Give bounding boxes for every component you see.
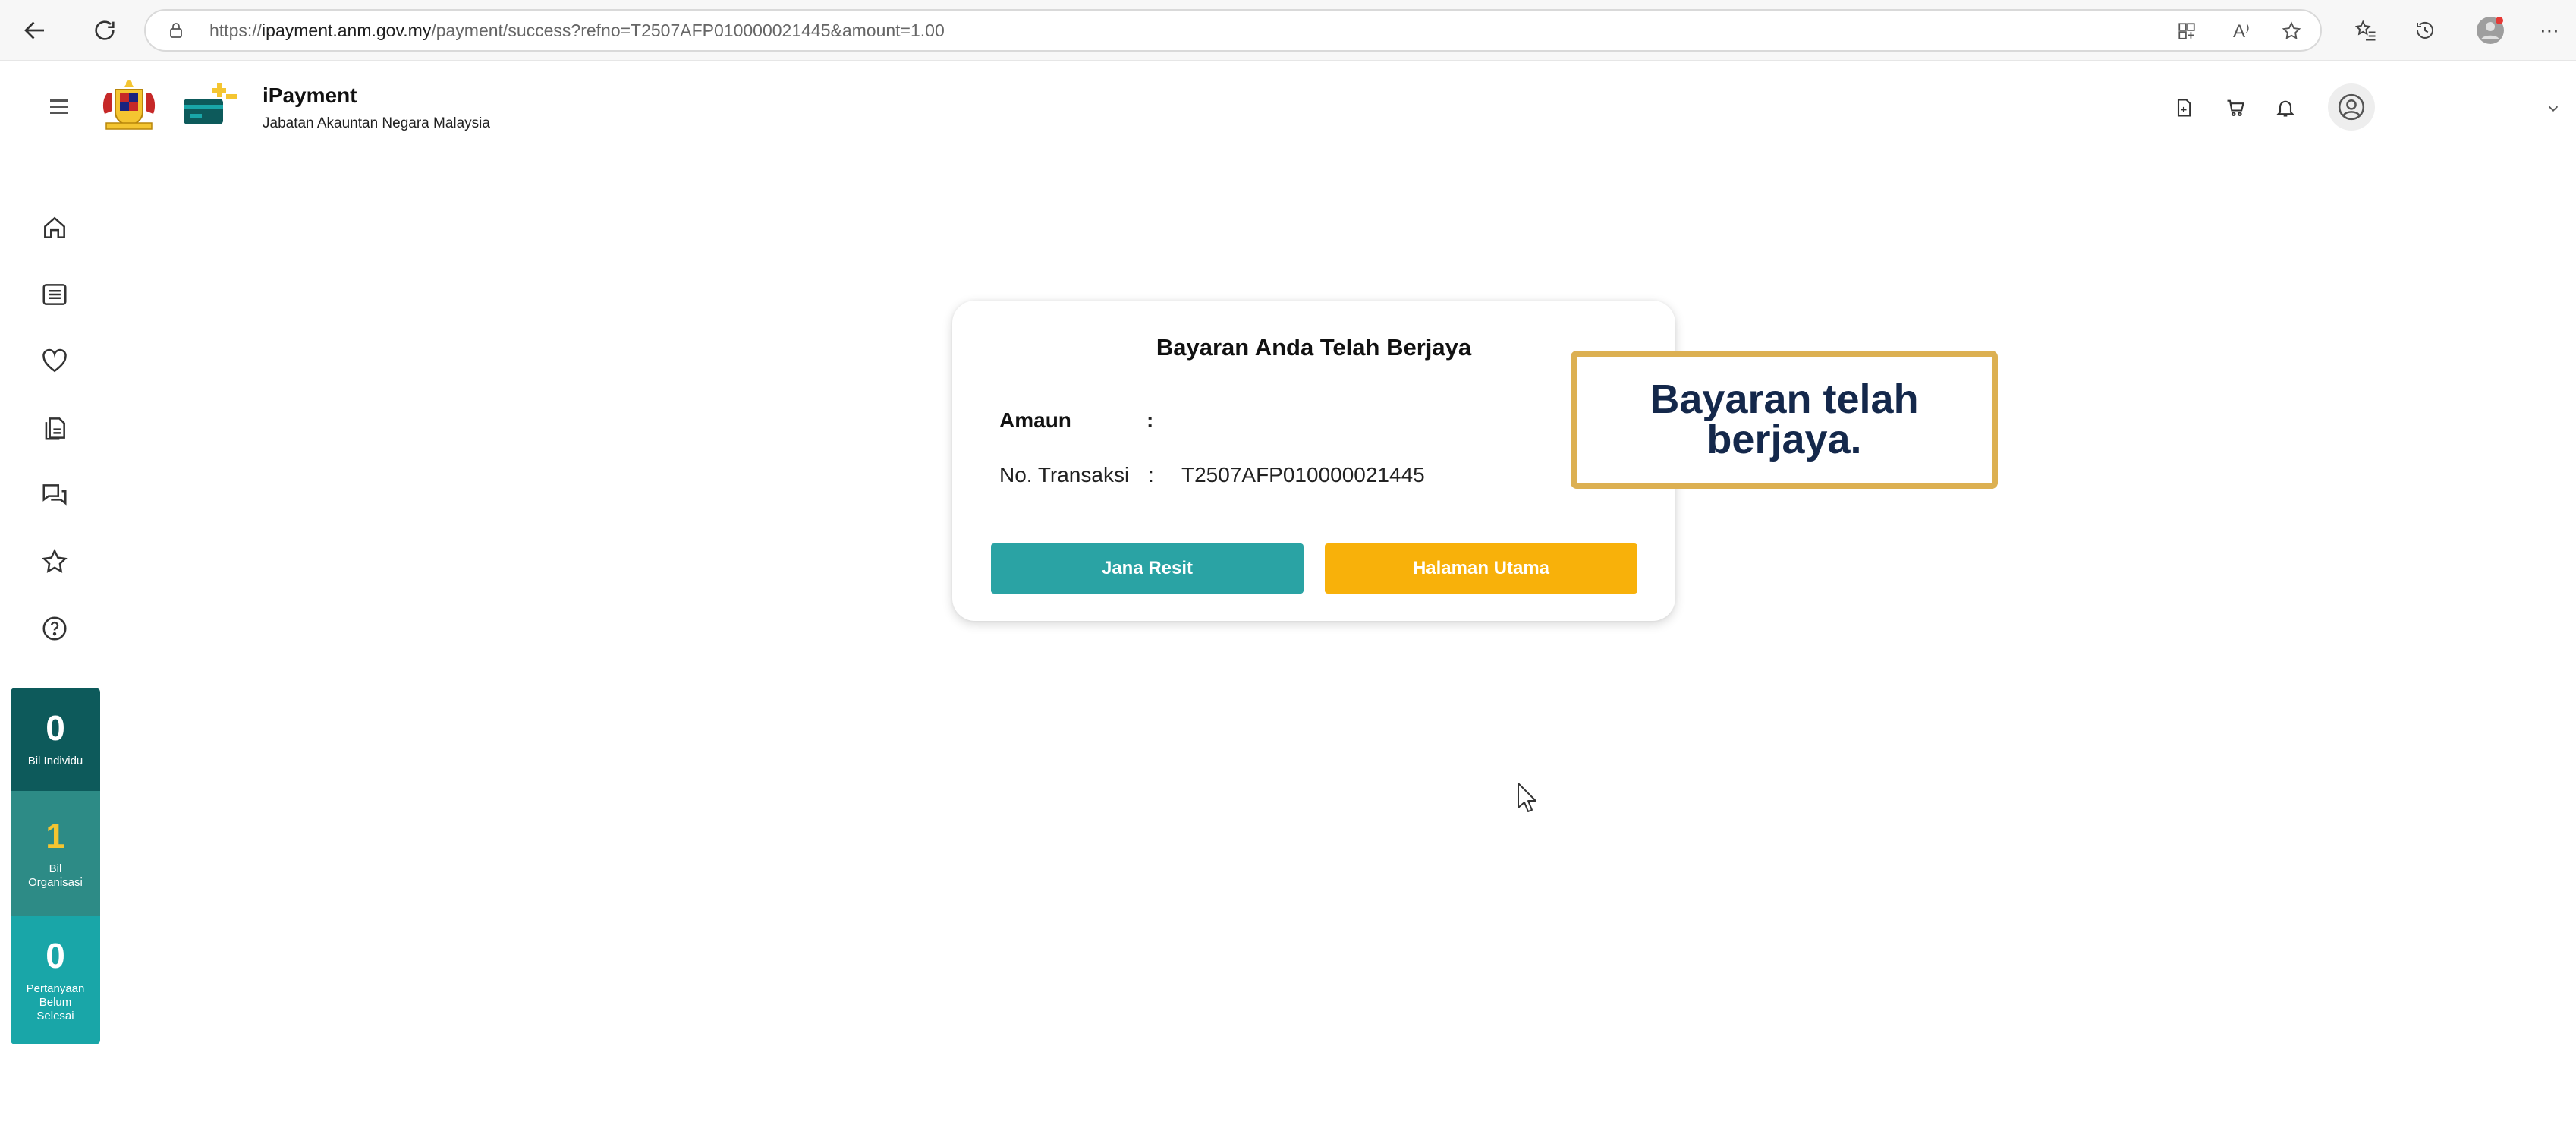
address-bar[interactable]: https://ipayment.anm.gov.my/payment/succ… [144, 9, 2322, 52]
generate-receipt-button[interactable]: Jana Resit [991, 543, 1304, 594]
ipayment-card-logo [182, 83, 238, 129]
app-title: iPayment [263, 83, 357, 107]
help-icon[interactable] [36, 610, 73, 647]
user-avatar-icon[interactable] [2328, 83, 2375, 131]
mouse-cursor-icon [1516, 782, 1537, 814]
read-aloud-icon[interactable]: A⁾ [2226, 20, 2257, 43]
stat-pertanyaan-belum-selesai[interactable]: 0 Pertanyaan Belum Selesai [11, 916, 100, 1044]
profile-icon[interactable] [2472, 12, 2508, 49]
payment-success-card: Bayaran Anda Telah Berjaya Amaun : No. T… [952, 301, 1675, 621]
transaction-number: T2507AFP010000021445 [1181, 463, 1425, 487]
app-header: iPayment Jabatan Akauntan Negara Malaysi… [0, 61, 2576, 152]
home-page-button[interactable]: Halaman Utama [1325, 543, 1637, 594]
chat-icon[interactable] [36, 477, 73, 513]
notification-bell-icon[interactable] [2269, 91, 2302, 124]
chevron-down-icon[interactable] [2542, 97, 2565, 120]
stat-label: Bil Individu [27, 755, 83, 767]
history-icon[interactable] [2407, 12, 2443, 49]
more-icon[interactable]: ⋯ [2531, 12, 2568, 49]
stat-value: 0 [46, 935, 65, 975]
stat-value: 0 [46, 708, 65, 748]
favorite-star-icon[interactable] [2276, 20, 2307, 43]
app-available-icon[interactable] [2172, 20, 2202, 43]
home-icon[interactable] [36, 210, 73, 246]
callout-text: Bayaran telah berjaya. [1650, 376, 1919, 462]
stat-value: 1 [46, 815, 65, 855]
amount-colon: : [1146, 408, 1154, 432]
app-subtitle: Jabatan Akauntan Negara Malaysia [263, 115, 490, 131]
stat-bil-individu[interactable]: 0 Bil Individu [11, 688, 100, 791]
browser-toolbar: https://ipayment.anm.gov.my/payment/succ… [0, 0, 2576, 61]
amount-label: Amaun [999, 408, 1071, 432]
url-text: https://ipayment.anm.gov.my/payment/succ… [209, 20, 945, 40]
back-icon[interactable] [15, 11, 55, 50]
stat-bil-organisasi[interactable]: 1 Bil Organisasi [11, 791, 100, 916]
menu-icon[interactable] [44, 96, 74, 118]
transaction-colon: : [1148, 463, 1154, 487]
malaysia-crest-logo [97, 77, 161, 134]
page-info-icon[interactable] [165, 20, 187, 41]
card-title: Bayaran Anda Telah Berjaya [1156, 334, 1472, 361]
list-icon[interactable] [36, 276, 73, 313]
favorites-icon[interactable] [2348, 12, 2384, 49]
star-icon[interactable] [36, 543, 73, 580]
transaction-label: No. Transaksi [999, 463, 1130, 487]
documents-icon[interactable] [36, 410, 73, 446]
stat-label: Pertanyaan Belum Selesai [26, 981, 85, 1022]
stat-label: Bil Organisasi [28, 862, 83, 889]
annotation-callout: Bayaran telah berjaya. [1571, 351, 1998, 489]
cart-icon[interactable] [2219, 91, 2252, 124]
document-icon[interactable] [2167, 91, 2200, 124]
heart-icon[interactable] [36, 343, 73, 380]
refresh-icon[interactable] [85, 11, 124, 50]
